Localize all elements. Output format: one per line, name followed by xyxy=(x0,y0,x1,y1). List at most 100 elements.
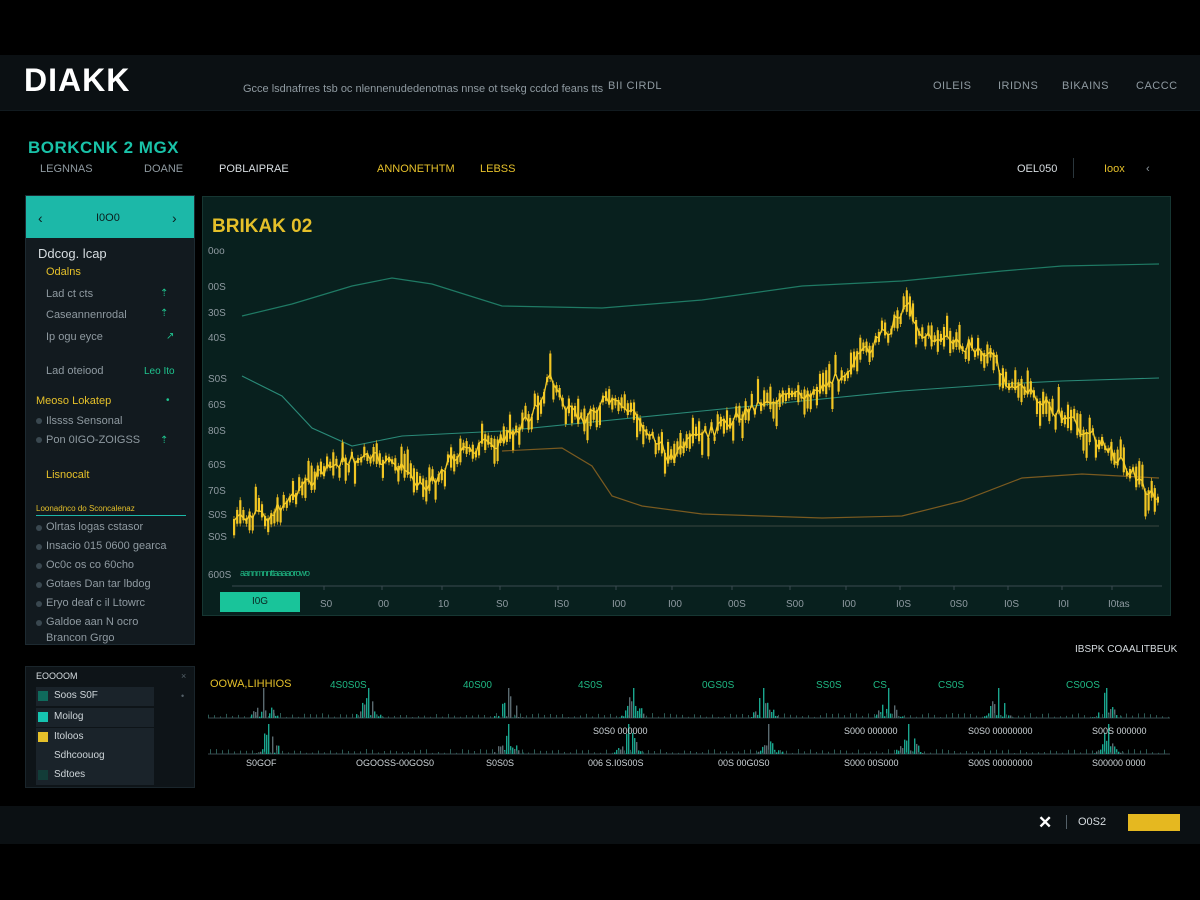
volume-bar xyxy=(876,751,877,754)
volume-bottom-label: 00S 00G0S0 xyxy=(718,758,770,768)
nav-item-1[interactable]: BII CIRDL xyxy=(608,80,662,92)
volume-mid-label: S000 000000 xyxy=(844,726,898,736)
candle xyxy=(713,436,716,441)
volume-bar xyxy=(748,715,749,718)
volume-bar xyxy=(612,752,613,754)
sidebar-item[interactable]: Ip ogu eyce xyxy=(46,331,103,343)
volume-bar xyxy=(256,715,257,718)
tab-4[interactable]: ANNONETHTM xyxy=(377,163,455,175)
legend-item[interactable]: Soos S0F xyxy=(36,687,154,706)
volume-bar xyxy=(244,716,245,718)
app-logo[interactable]: DIAKK xyxy=(24,62,130,99)
volume-bar xyxy=(1024,715,1025,718)
candle xyxy=(701,432,704,455)
volume-bar xyxy=(478,714,479,718)
volume-bar xyxy=(360,711,362,718)
volume-bar xyxy=(773,709,775,718)
volume-bar xyxy=(372,701,374,718)
tab-5[interactable]: LEBSS xyxy=(480,163,515,175)
legend-item[interactable]: Moilog xyxy=(36,708,154,727)
sidebar-item[interactable]: Lad oteiood xyxy=(46,365,104,377)
volume-bar xyxy=(1096,715,1097,718)
nav-item-3[interactable]: IRIDNS xyxy=(998,80,1038,92)
volume-bar xyxy=(1108,714,1109,718)
chevron-left-icon[interactable]: ‹ xyxy=(1146,163,1150,175)
volume-bar xyxy=(1126,713,1127,718)
volume-bar xyxy=(394,715,395,718)
volume-bar xyxy=(366,698,368,718)
volume-bar xyxy=(264,751,265,754)
sidebar-item[interactable]: Galdoe aan N ocro xyxy=(46,616,138,628)
volume-bar xyxy=(1080,752,1081,754)
volume-bar xyxy=(884,716,886,718)
volume-bar xyxy=(414,750,415,754)
x-tick-label: I00 xyxy=(668,599,682,610)
legend-item[interactable]: Sdtoes xyxy=(36,766,154,785)
volume-bar xyxy=(538,713,539,718)
volume-bar xyxy=(898,715,899,718)
volume-bar xyxy=(948,749,949,754)
volume-bar xyxy=(640,751,642,754)
tab-3-active[interactable]: POBLAIPRAE xyxy=(219,163,289,175)
sidebar-item[interactable]: Pon 0IGO-ZOIGSS xyxy=(46,434,140,446)
volume-chart[interactable]: 4S0S0S 40S00 4S0S 0GS0S SS0S CS CS0S CS0OS S0S0 … xyxy=(208,672,1170,777)
chevron-left-icon[interactable]: ‹ xyxy=(38,210,43,226)
volume-bar xyxy=(996,715,998,718)
sidebar-item[interactable]: Caseannenrodal xyxy=(46,309,127,321)
volume-bar xyxy=(960,752,961,754)
tab-1[interactable]: LEGNNAS xyxy=(40,163,93,175)
candle xyxy=(738,405,741,423)
nav-item-5[interactable]: CACCC xyxy=(1136,80,1178,92)
sidebar-item[interactable]: Lad ct cts xyxy=(46,288,93,300)
volume-bar xyxy=(328,714,329,718)
volume-bar xyxy=(508,724,510,754)
sidebar-item[interactable]: Gotaes Dan tar lbdog xyxy=(46,578,151,590)
volume-bar xyxy=(448,713,449,718)
sidebar-item[interactable]: Ilssss Sensonal xyxy=(46,415,122,427)
volume-bar xyxy=(1008,749,1009,754)
volume-bar xyxy=(600,752,601,754)
sidebar-item[interactable]: Insacio 015 0600 gearca xyxy=(46,540,166,552)
legend-item[interactable]: Sdhcoouog xyxy=(36,747,154,766)
volume-bar xyxy=(510,696,512,718)
range-button[interactable]: I0G xyxy=(220,592,300,612)
volume-bar xyxy=(442,716,443,718)
volume-bar xyxy=(760,716,761,718)
nav-item-4[interactable]: BIKAINS xyxy=(1062,80,1109,92)
sidebar-item[interactable]: Eryo deaf c il Ltowrc xyxy=(46,597,145,609)
volume-bar xyxy=(406,715,407,718)
nav-item-2[interactable]: OILEIS xyxy=(933,80,971,92)
volume-bar xyxy=(269,713,271,718)
volume-bar xyxy=(500,746,502,754)
volume-bar xyxy=(894,749,895,754)
chevron-right-icon[interactable]: › xyxy=(172,210,177,226)
sidebar-item[interactable]: Brancon Grgo xyxy=(46,632,114,644)
main-chart[interactable]: S0 00 10 S0 IS0 I00 I00 00S S00 I00 I0S 0S0 I0S I0I I0… xyxy=(202,196,1169,614)
volume-bar xyxy=(514,748,516,754)
close-icon[interactable]: × xyxy=(181,671,186,681)
volume-bar xyxy=(684,750,685,754)
volume-bar xyxy=(640,713,641,718)
candle xyxy=(822,372,825,392)
tab-2[interactable]: DOANE xyxy=(144,163,183,175)
volume-bar xyxy=(920,751,922,754)
close-icon[interactable]: ✕ xyxy=(1038,813,1052,833)
volume-bar xyxy=(346,714,347,718)
header-right-accent[interactable]: Ioox xyxy=(1104,163,1125,175)
volume-bar xyxy=(1008,715,1010,718)
volume-bar xyxy=(574,716,575,718)
bullet-icon xyxy=(36,437,42,443)
footer-action-button[interactable]: I00 xyxy=(1128,814,1180,831)
legend-label: Sdhcoouog xyxy=(54,750,105,761)
candle xyxy=(493,438,496,464)
volume-bar xyxy=(498,751,499,754)
sidebar-item[interactable]: Olrtas logas cstasor xyxy=(46,521,143,533)
header-right-label[interactable]: OEL050 xyxy=(1017,163,1057,175)
candle xyxy=(797,385,800,403)
candle xyxy=(781,390,784,403)
legend-item[interactable]: Itoloos xyxy=(36,728,154,747)
volume-bar xyxy=(976,715,977,718)
volume-bar xyxy=(262,749,264,754)
sidebar-item[interactable]: Oc0c os co 60cho xyxy=(46,559,134,571)
footer-bar xyxy=(0,806,1200,844)
